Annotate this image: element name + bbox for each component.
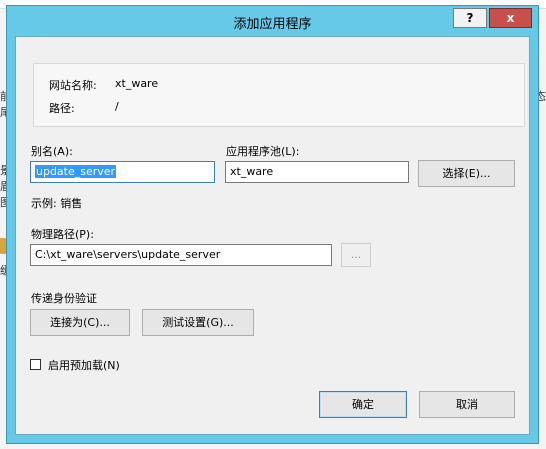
ok-button[interactable]: 确定 xyxy=(319,391,407,418)
alias-input[interactable]: update_server xyxy=(30,161,215,183)
preload-checkbox[interactable] xyxy=(30,359,41,370)
site-name-value: xt_ware xyxy=(115,77,159,90)
site-name-label: 网站名称: xyxy=(49,79,97,92)
dialog-content: 网站名称: xt_ware 路径: / 别名(A): update_server… xyxy=(15,36,530,435)
background-folder-icon xyxy=(0,238,6,254)
alias-label: 别名(A): xyxy=(31,145,73,158)
app-pool-label: 应用程序池(L): xyxy=(226,145,300,158)
path-label: 路径: xyxy=(49,102,75,115)
preload-label: 启用预加载(N) xyxy=(48,359,120,372)
test-settings-button[interactable]: 测试设置(G)... xyxy=(142,309,254,336)
title-bar[interactable]: 添加应用程序 ? x xyxy=(7,6,538,34)
path-value: / xyxy=(115,100,119,113)
select-app-pool-button[interactable]: 选择(E)... xyxy=(418,160,515,187)
cancel-button[interactable]: 取消 xyxy=(419,391,515,418)
site-info-group: 网站名称: xt_ware 路径: / xyxy=(33,63,525,127)
example-text: 示例: 销售 xyxy=(31,197,83,210)
connect-as-button[interactable]: 连接为(C)... xyxy=(30,309,130,336)
physical-path-label: 物理路径(P): xyxy=(31,228,94,241)
app-pool-field[interactable]: xt_ware xyxy=(225,161,409,183)
help-button[interactable]: ? xyxy=(453,8,487,28)
browse-button[interactable]: ... xyxy=(341,243,371,267)
add-application-dialog: 添加应用程序 ? x 网站名称: xt_ware 路径: / 别名(A): up… xyxy=(7,6,538,443)
alias-input-value: update_server xyxy=(35,165,117,178)
close-button[interactable]: x xyxy=(489,8,532,28)
physical-path-input[interactable]: C:\xt_ware\servers\update_server xyxy=(30,244,332,266)
pass-through-label: 传递身份验证 xyxy=(31,292,97,305)
